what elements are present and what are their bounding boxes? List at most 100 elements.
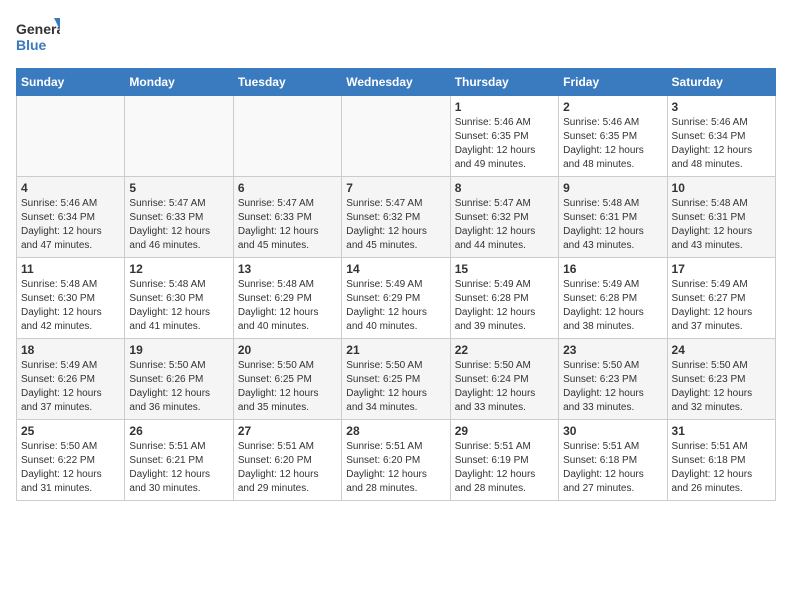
day-number: 3: [672, 100, 771, 114]
day-number: 2: [563, 100, 662, 114]
day-info: Sunrise: 5:49 AM Sunset: 6:26 PM Dayligh…: [21, 359, 120, 415]
day-cell: 25 Sunrise: 5:50 AM Sunset: 6:22 PM Dayli…: [17, 420, 125, 501]
day-number: 20: [238, 343, 337, 357]
day-info: Sunrise: 5:51 AM Sunset: 6:20 PM Dayligh…: [346, 440, 445, 496]
day-cell: 5Sunrise: 5:47 AM Sunset: 6:33 PM Daylig…: [125, 177, 233, 258]
calendar-table: SundayMondayTuesdayWednesdayThursdayFrid…: [16, 68, 776, 501]
day-number: 26: [129, 424, 228, 438]
day-info: Sunrise: 5:48 AM Sunset: 6:29 PM Dayligh…: [238, 278, 337, 334]
day-number: 31: [672, 424, 771, 438]
day-cell: 3 Sunrise: 5:46 AM Sunset: 6:34 PM Daylig…: [667, 96, 775, 177]
day-cell: 4 Sunrise: 5:46 AM Sunset: 6:34 PM Daylig…: [17, 177, 125, 258]
day-number: 4: [21, 181, 120, 195]
day-cell: 10 Sunrise: 5:48 AM Sunset: 6:31 PM Dayli…: [667, 177, 775, 258]
day-info: Sunrise: 5:50 AM Sunset: 6:25 PM Dayligh…: [346, 359, 445, 415]
day-info: Sunrise: 5:51 AM Sunset: 6:18 PM Dayligh…: [672, 440, 771, 496]
col-header-tuesday: Tuesday: [233, 69, 341, 96]
day-cell: 24 Sunrise: 5:50 AM Sunset: 6:23 PM Dayli…: [667, 339, 775, 420]
day-number: 1: [455, 100, 554, 114]
day-cell: 19 Sunrise: 5:50 AM Sunset: 6:26 PM Dayli…: [125, 339, 233, 420]
day-cell: 14 Sunrise: 5:49 AM Sunset: 6:29 PM Dayli…: [342, 258, 450, 339]
day-cell: 17 Sunrise: 5:49 AM Sunset: 6:27 PM Dayli…: [667, 258, 775, 339]
day-cell: 7 Sunrise: 5:47 AM Sunset: 6:32 PM Daylig…: [342, 177, 450, 258]
week-row-5: 25 Sunrise: 5:50 AM Sunset: 6:22 PM Dayli…: [17, 420, 776, 501]
week-row-2: 4 Sunrise: 5:46 AM Sunset: 6:34 PM Daylig…: [17, 177, 776, 258]
day-cell: [233, 96, 341, 177]
day-info: Sunrise: 5:50 AM Sunset: 6:22 PM Dayligh…: [21, 440, 120, 496]
day-number: 15: [455, 262, 554, 276]
day-number: 19: [129, 343, 228, 357]
day-cell: 11 Sunrise: 5:48 AM Sunset: 6:30 PM Dayli…: [17, 258, 125, 339]
day-number: 5: [129, 181, 228, 195]
day-info: Sunrise: 5:48 AM Sunset: 6:30 PM Dayligh…: [21, 278, 120, 334]
day-cell: 13 Sunrise: 5:48 AM Sunset: 6:29 PM Dayli…: [233, 258, 341, 339]
day-info: Sunrise: 5:46 AM Sunset: 6:34 PM Dayligh…: [21, 197, 120, 253]
day-info: Sunrise: 5:47 AM Sunset: 6:32 PM Dayligh…: [455, 197, 554, 253]
day-cell: 21 Sunrise: 5:50 AM Sunset: 6:25 PM Dayli…: [342, 339, 450, 420]
day-cell: 26 Sunrise: 5:51 AM Sunset: 6:21 PM Dayli…: [125, 420, 233, 501]
day-cell: [17, 96, 125, 177]
day-number: 14: [346, 262, 445, 276]
day-cell: 29Sunrise: 5:51 AM Sunset: 6:19 PM Dayli…: [450, 420, 558, 501]
day-cell: 27Sunrise: 5:51 AM Sunset: 6:20 PM Dayli…: [233, 420, 341, 501]
day-cell: 22Sunrise: 5:50 AM Sunset: 6:24 PM Dayli…: [450, 339, 558, 420]
col-header-thursday: Thursday: [450, 69, 558, 96]
logo: General Blue: [16, 16, 60, 56]
day-number: 25: [21, 424, 120, 438]
day-number: 12: [129, 262, 228, 276]
day-info: Sunrise: 5:49 AM Sunset: 6:28 PM Dayligh…: [563, 278, 662, 334]
day-number: 9: [563, 181, 662, 195]
day-number: 18: [21, 343, 120, 357]
week-row-3: 11 Sunrise: 5:48 AM Sunset: 6:30 PM Dayli…: [17, 258, 776, 339]
col-header-friday: Friday: [559, 69, 667, 96]
day-number: 28: [346, 424, 445, 438]
day-info: Sunrise: 5:50 AM Sunset: 6:23 PM Dayligh…: [672, 359, 771, 415]
col-header-monday: Monday: [125, 69, 233, 96]
week-row-4: 18 Sunrise: 5:49 AM Sunset: 6:26 PM Dayli…: [17, 339, 776, 420]
svg-text:General: General: [16, 21, 60, 37]
header-row: SundayMondayTuesdayWednesdayThursdayFrid…: [17, 69, 776, 96]
day-cell: 20 Sunrise: 5:50 AM Sunset: 6:25 PM Dayli…: [233, 339, 341, 420]
day-info: Sunrise: 5:47 AM Sunset: 6:32 PM Dayligh…: [346, 197, 445, 253]
day-number: 21: [346, 343, 445, 357]
page-header: General Blue: [16, 16, 776, 56]
day-cell: [342, 96, 450, 177]
day-cell: 16Sunrise: 5:49 AM Sunset: 6:28 PM Dayli…: [559, 258, 667, 339]
day-number: 23: [563, 343, 662, 357]
day-info: Sunrise: 5:50 AM Sunset: 6:26 PM Dayligh…: [129, 359, 228, 415]
day-number: 10: [672, 181, 771, 195]
day-info: Sunrise: 5:47 AM Sunset: 6:33 PM Dayligh…: [238, 197, 337, 253]
day-number: 22: [455, 343, 554, 357]
week-row-1: 1 Sunrise: 5:46 AM Sunset: 6:35 PM Daylig…: [17, 96, 776, 177]
day-number: 7: [346, 181, 445, 195]
day-info: Sunrise: 5:50 AM Sunset: 6:23 PM Dayligh…: [563, 359, 662, 415]
day-info: Sunrise: 5:48 AM Sunset: 6:30 PM Dayligh…: [129, 278, 228, 334]
day-info: Sunrise: 5:46 AM Sunset: 6:35 PM Dayligh…: [563, 116, 662, 172]
day-cell: 30 Sunrise: 5:51 AM Sunset: 6:18 PM Dayli…: [559, 420, 667, 501]
day-number: 8: [455, 181, 554, 195]
day-number: 11: [21, 262, 120, 276]
day-info: Sunrise: 5:51 AM Sunset: 6:20 PM Dayligh…: [238, 440, 337, 496]
day-info: Sunrise: 5:49 AM Sunset: 6:27 PM Dayligh…: [672, 278, 771, 334]
day-cell: 31 Sunrise: 5:51 AM Sunset: 6:18 PM Dayli…: [667, 420, 775, 501]
day-info: Sunrise: 5:46 AM Sunset: 6:34 PM Dayligh…: [672, 116, 771, 172]
day-cell: 15 Sunrise: 5:49 AM Sunset: 6:28 PM Dayli…: [450, 258, 558, 339]
day-cell: 28 Sunrise: 5:51 AM Sunset: 6:20 PM Dayli…: [342, 420, 450, 501]
day-number: 13: [238, 262, 337, 276]
day-number: 24: [672, 343, 771, 357]
day-info: Sunrise: 5:49 AM Sunset: 6:28 PM Dayligh…: [455, 278, 554, 334]
day-info: Sunrise: 5:50 AM Sunset: 6:25 PM Dayligh…: [238, 359, 337, 415]
day-cell: 9Sunrise: 5:48 AM Sunset: 6:31 PM Daylig…: [559, 177, 667, 258]
day-cell: 2 Sunrise: 5:46 AM Sunset: 6:35 PM Daylig…: [559, 96, 667, 177]
day-info: Sunrise: 5:51 AM Sunset: 6:18 PM Dayligh…: [563, 440, 662, 496]
day-cell: 12 Sunrise: 5:48 AM Sunset: 6:30 PM Dayli…: [125, 258, 233, 339]
day-number: 17: [672, 262, 771, 276]
logo-icon: General Blue: [16, 16, 60, 56]
day-info: Sunrise: 5:51 AM Sunset: 6:21 PM Dayligh…: [129, 440, 228, 496]
day-info: Sunrise: 5:48 AM Sunset: 6:31 PM Dayligh…: [672, 197, 771, 253]
day-number: 30: [563, 424, 662, 438]
day-cell: 6Sunrise: 5:47 AM Sunset: 6:33 PM Daylig…: [233, 177, 341, 258]
day-info: Sunrise: 5:49 AM Sunset: 6:29 PM Dayligh…: [346, 278, 445, 334]
day-number: 29: [455, 424, 554, 438]
day-cell: 23 Sunrise: 5:50 AM Sunset: 6:23 PM Dayli…: [559, 339, 667, 420]
